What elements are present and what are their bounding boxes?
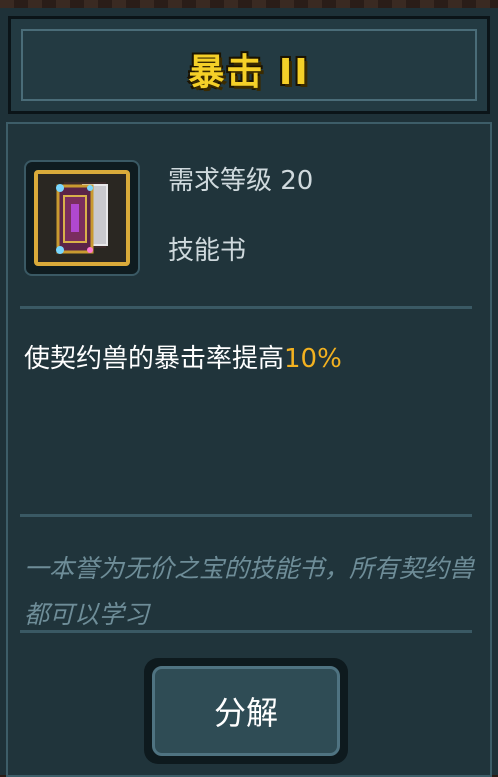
skill-book-icon — [56, 182, 108, 254]
item-title: 暴击 II — [188, 52, 310, 93]
divider-top — [20, 306, 472, 309]
title-banner: 暴击 II — [8, 16, 490, 114]
divider-middle — [20, 514, 472, 517]
item-slot — [24, 160, 140, 276]
item-slot-inner — [34, 170, 130, 266]
decompose-button[interactable]: 分解 — [144, 658, 348, 764]
effect-description: 使契约兽的暴击率提高10% — [24, 338, 342, 375]
item-type: 技能书 — [168, 236, 247, 266]
divider-bottom — [20, 630, 472, 633]
decompose-button-face[interactable]: 分解 — [152, 666, 340, 756]
level-requirement: 需求等级 20 — [168, 166, 314, 196]
effect-text: 使契约兽的暴击率提高 — [24, 344, 285, 374]
flavor-text: 一本誉为无价之宝的技能书，所有契约兽都可以学习 — [24, 554, 475, 629]
decompose-button-label: 分解 — [213, 694, 278, 732]
effect-value: 10% — [284, 344, 342, 374]
